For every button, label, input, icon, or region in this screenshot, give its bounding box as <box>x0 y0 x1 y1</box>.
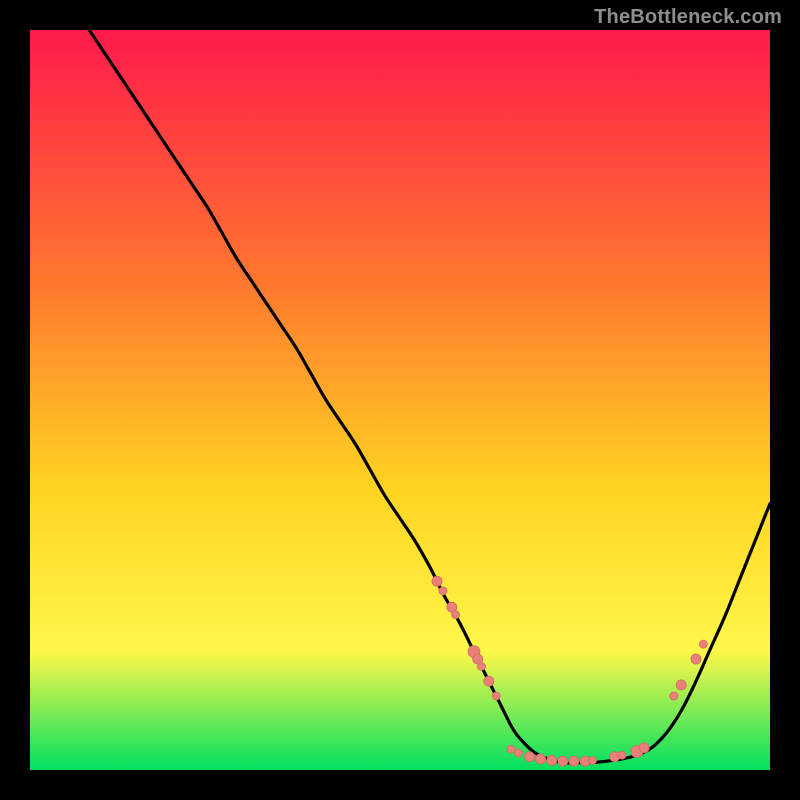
data-marker <box>452 611 460 619</box>
data-marker <box>536 754 546 764</box>
data-marker <box>569 756 579 766</box>
data-marker <box>670 692 678 700</box>
attribution-text: TheBottleneck.com <box>594 6 782 29</box>
data-marker <box>676 680 686 690</box>
data-marker <box>432 576 442 586</box>
data-marker <box>525 752 535 762</box>
data-marker <box>691 654 701 664</box>
data-marker <box>484 676 494 686</box>
data-marker <box>558 756 568 766</box>
data-marker <box>639 743 649 753</box>
data-marker <box>507 745 515 753</box>
data-marker <box>492 692 500 700</box>
data-marker <box>477 662 485 670</box>
gradient-background <box>30 30 770 770</box>
data-marker <box>699 640 707 648</box>
chart-svg <box>30 30 770 770</box>
data-marker <box>618 751 626 759</box>
chart-area <box>30 30 770 770</box>
data-marker <box>547 755 557 765</box>
data-marker <box>514 749 522 757</box>
data-marker <box>588 756 596 764</box>
data-marker <box>439 587 447 595</box>
